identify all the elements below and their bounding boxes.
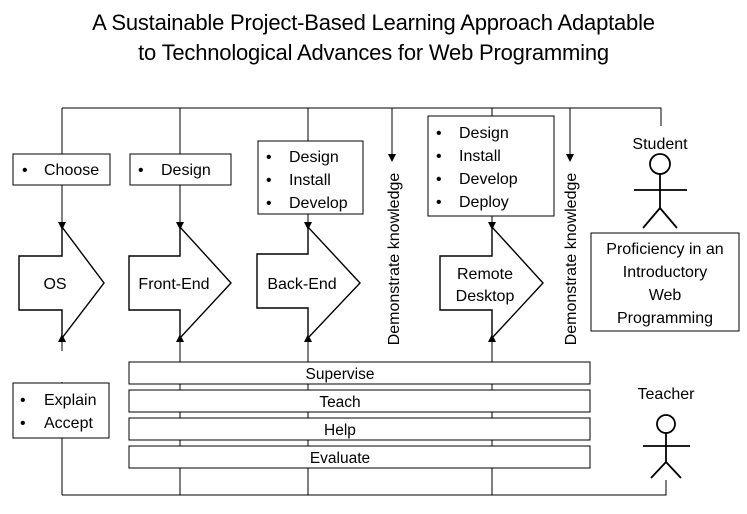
outcome-box: Proficiency in an Introductory Web Progr… — [590, 232, 740, 332]
bullet: • — [436, 194, 442, 211]
os-task-box: • Choose — [12, 153, 111, 186]
teacher-label: Teacher — [638, 386, 696, 403]
os-teacher-task-box: • Explain • Accept — [12, 382, 110, 439]
task-install: Install — [289, 172, 331, 189]
task-design: Design — [459, 125, 509, 142]
task-install: Install — [459, 148, 501, 165]
stage-front-end: Front-End — [128, 225, 232, 340]
bullet: • — [436, 125, 442, 142]
outcome-line: Introductory — [623, 264, 707, 281]
bullet: • — [266, 149, 272, 166]
checkpoint-label-2: Demonstrate knowledge — [563, 173, 580, 346]
bullet: • — [436, 171, 442, 188]
role-label: Teach — [319, 394, 360, 411]
role-bar-evaluate: Evaluate — [128, 445, 591, 469]
teacher-bus-line — [62, 480, 667, 496]
stage-label-os: OS — [43, 276, 66, 293]
outcome-line: Programming — [617, 310, 713, 327]
stage-label-remote: Remote — [457, 266, 513, 283]
stage-label-back-end: Back-End — [267, 276, 336, 293]
bullet: • — [20, 415, 26, 432]
role-bar-teach: Teach — [128, 389, 591, 413]
backend-task-box: • Design • Install • Develop — [257, 140, 364, 215]
bullet: • — [22, 162, 28, 179]
outcome-line: Web — [649, 287, 682, 304]
stage-os: OS — [18, 224, 105, 341]
stage-label-desktop: Desktop — [456, 288, 515, 305]
bullet: • — [20, 392, 26, 409]
student-bus-line — [62, 107, 662, 126]
teacher-actor-icon — [643, 414, 690, 479]
stage-back-end: Back-End — [256, 225, 361, 340]
task-accept: Accept — [44, 415, 93, 432]
outcome-line: Proficiency in an — [606, 241, 723, 258]
stage-label-front-end: Front-End — [138, 276, 209, 293]
role-bar-supervise: Supervise — [128, 361, 591, 385]
flow-diagram: • Choose • Design • Design • Install • D… — [12, 107, 740, 496]
checkpoint-label-1: Demonstrate knowledge — [386, 173, 403, 346]
task-develop: Develop — [289, 195, 348, 212]
role-label: Evaluate — [310, 450, 370, 467]
student-actor-icon — [634, 153, 687, 229]
remote-task-box: • Design • Install • Develop • Deploy — [427, 115, 555, 217]
bullet: • — [138, 162, 144, 179]
student-label: Student — [632, 136, 688, 153]
task-explain: Explain — [44, 392, 96, 409]
frontend-task-box: • Design — [129, 153, 232, 186]
task-design: Design — [289, 149, 339, 166]
role-label: Help — [324, 422, 356, 439]
task-deploy: Deploy — [459, 194, 509, 211]
stage-remote-desktop: Remote Desktop — [439, 225, 544, 340]
bullet: • — [266, 172, 272, 189]
bullet: • — [436, 148, 442, 165]
task-choose: Choose — [44, 162, 99, 179]
task-design: Design — [161, 162, 211, 179]
bullet: • — [266, 195, 272, 212]
role-bar-help: Help — [128, 417, 591, 441]
role-label: Supervise — [306, 366, 375, 383]
task-develop: Develop — [459, 171, 518, 188]
